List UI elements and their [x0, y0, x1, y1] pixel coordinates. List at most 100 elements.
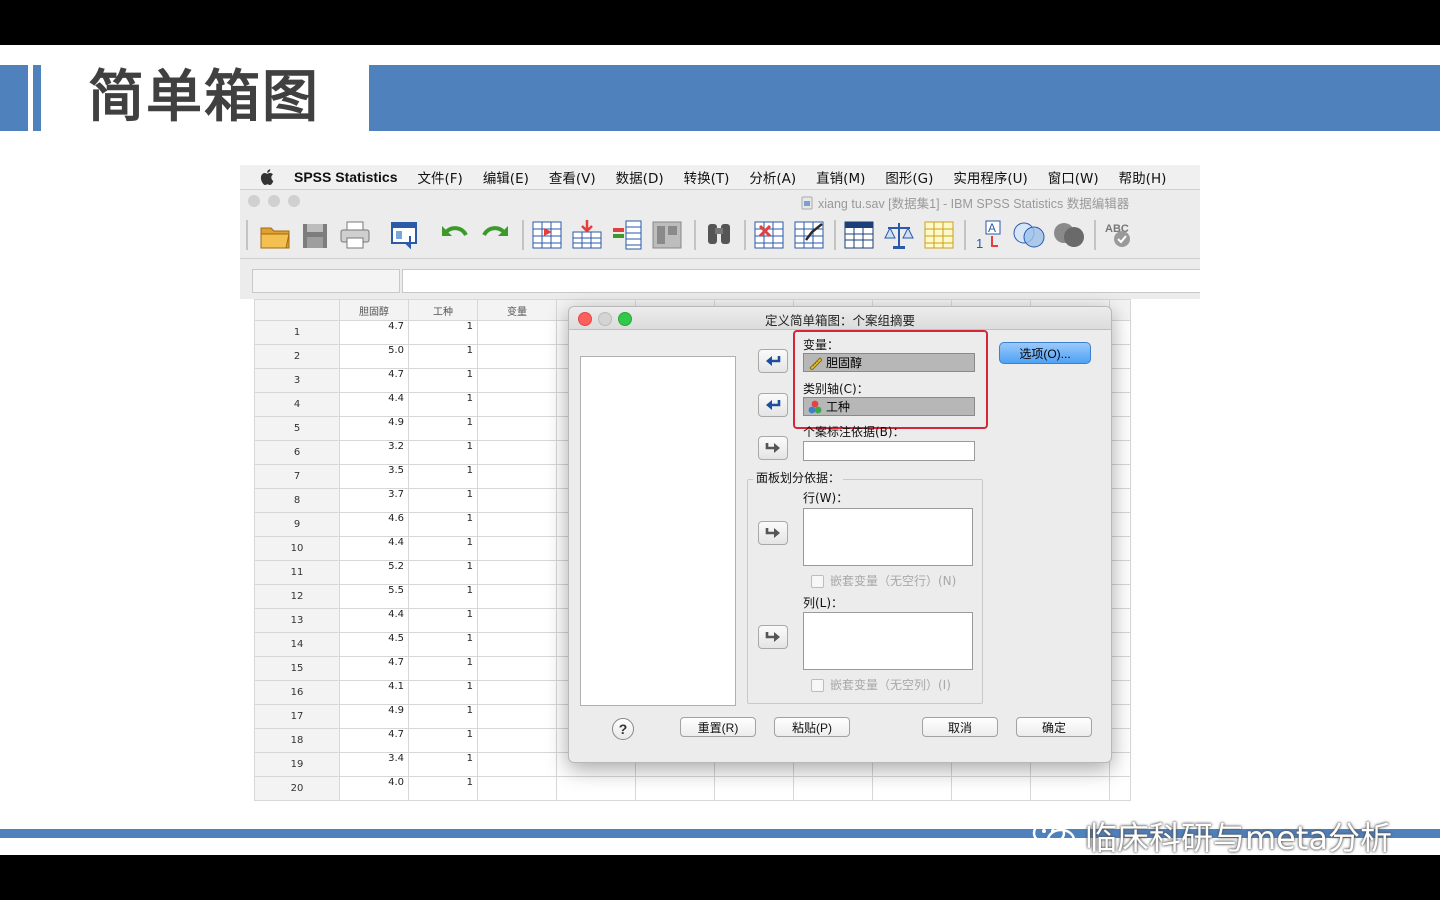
- spell-check-icon[interactable]: ABC: [1102, 218, 1136, 252]
- row-number[interactable]: 16: [254, 680, 340, 705]
- row-number[interactable]: 10: [254, 536, 340, 561]
- row-number[interactable]: 6: [254, 440, 340, 465]
- cell-empty[interactable]: [1109, 704, 1131, 729]
- cell-empty[interactable]: [477, 608, 557, 633]
- menu-utilities[interactable]: 实用程序(U): [953, 167, 1027, 187]
- cell-value-field[interactable]: [402, 269, 1200, 293]
- cell-job-type[interactable]: 1: [408, 560, 478, 585]
- print-icon[interactable]: [338, 218, 372, 252]
- cell-cholesterol[interactable]: 4.9: [339, 704, 409, 729]
- variables-icon[interactable]: [610, 218, 644, 252]
- case-label-field[interactable]: [803, 441, 975, 461]
- row-number[interactable]: 2: [254, 344, 340, 369]
- nest-rows-checkbox[interactable]: [811, 575, 824, 588]
- cell-cholesterol[interactable]: 3.5: [339, 464, 409, 489]
- cell-empty[interactable]: [477, 416, 557, 441]
- goto-variable-icon[interactable]: [570, 218, 604, 252]
- row-number[interactable]: 20: [254, 776, 340, 801]
- cancel-button[interactable]: 取消: [922, 717, 998, 737]
- cell-empty[interactable]: [477, 680, 557, 705]
- cell-empty[interactable]: [1030, 776, 1110, 801]
- cell-empty[interactable]: [1109, 392, 1131, 417]
- apple-icon[interactable]: [260, 169, 278, 185]
- cell-empty[interactable]: [1109, 752, 1131, 777]
- ok-button[interactable]: 确定: [1016, 717, 1092, 737]
- cell-job-type[interactable]: 1: [408, 680, 478, 705]
- insert-cases-icon[interactable]: [752, 218, 786, 252]
- row-number[interactable]: 1: [254, 320, 340, 345]
- menu-direct-marketing[interactable]: 直销(M): [816, 167, 865, 187]
- cell-cholesterol[interactable]: 5.0: [339, 344, 409, 369]
- cell-empty[interactable]: [1109, 632, 1131, 657]
- nest-columns-checkbox[interactable]: [811, 679, 824, 692]
- undo-icon[interactable]: [438, 218, 472, 252]
- cell-empty[interactable]: [1109, 464, 1131, 489]
- column-header-empty[interactable]: [1109, 299, 1131, 321]
- cell-job-type[interactable]: 1: [408, 368, 478, 393]
- cell-empty[interactable]: [477, 584, 557, 609]
- cell-empty[interactable]: [1109, 560, 1131, 585]
- dialog-recall-icon[interactable]: [388, 218, 422, 252]
- cell-empty[interactable]: [477, 632, 557, 657]
- cell-empty[interactable]: [1109, 416, 1131, 441]
- goto-case-icon[interactable]: [530, 218, 564, 252]
- row-number[interactable]: 5: [254, 416, 340, 441]
- cell-job-type[interactable]: 1: [408, 776, 478, 801]
- app-name-menu[interactable]: SPSS Statistics: [294, 169, 398, 185]
- insert-variable-icon[interactable]: [792, 218, 826, 252]
- menu-help[interactable]: 帮助(H): [1119, 167, 1167, 187]
- cell-empty[interactable]: [1109, 608, 1131, 633]
- row-number[interactable]: 19: [254, 752, 340, 777]
- cell-cholesterol[interactable]: 5.5: [339, 584, 409, 609]
- cell-empty[interactable]: [477, 728, 557, 753]
- column-header-job-type[interactable]: 工种: [408, 299, 478, 321]
- open-icon[interactable]: [258, 218, 292, 252]
- menu-window[interactable]: 窗口(W): [1048, 167, 1099, 187]
- row-number[interactable]: 8: [254, 488, 340, 513]
- row-number[interactable]: 17: [254, 704, 340, 729]
- menu-transform[interactable]: 转换(T): [684, 167, 730, 187]
- menu-analyze[interactable]: 分析(A): [749, 167, 796, 187]
- cell-empty[interactable]: [1109, 368, 1131, 393]
- cell-cholesterol[interactable]: 4.0: [339, 776, 409, 801]
- cell-job-type[interactable]: 1: [408, 488, 478, 513]
- cell-job-type[interactable]: 1: [408, 392, 478, 417]
- reset-button[interactable]: 重置(R): [680, 717, 756, 737]
- cell-empty[interactable]: [477, 488, 557, 513]
- row-number[interactable]: 9: [254, 512, 340, 537]
- cell-empty[interactable]: [635, 776, 715, 801]
- cell-empty[interactable]: [1109, 680, 1131, 705]
- cell-empty[interactable]: [477, 320, 557, 345]
- cell-cholesterol[interactable]: 4.4: [339, 608, 409, 633]
- cell-cholesterol[interactable]: 3.4: [339, 752, 409, 777]
- move-variable-button[interactable]: [758, 349, 788, 373]
- cell-empty[interactable]: [477, 752, 557, 777]
- column-header-var[interactable]: 变量: [477, 299, 557, 321]
- cell-empty[interactable]: [556, 776, 636, 801]
- row-number[interactable]: 11: [254, 560, 340, 585]
- split-file-icon[interactable]: [842, 218, 876, 252]
- cell-job-type[interactable]: 1: [408, 656, 478, 681]
- cell-empty[interactable]: [1109, 776, 1131, 801]
- cell-cholesterol[interactable]: 4.4: [339, 536, 409, 561]
- move-case-label-button[interactable]: [758, 436, 788, 460]
- cell-cholesterol[interactable]: 4.7: [339, 320, 409, 345]
- cell-empty[interactable]: [477, 512, 557, 537]
- cell-empty[interactable]: [1109, 344, 1131, 369]
- cell-cholesterol[interactable]: 4.6: [339, 512, 409, 537]
- cell-cholesterol[interactable]: 5.2: [339, 560, 409, 585]
- cell-cholesterol[interactable]: 3.7: [339, 488, 409, 513]
- cell-cholesterol[interactable]: 4.7: [339, 368, 409, 393]
- window-zoom-button[interactable]: [288, 195, 300, 207]
- cell-empty[interactable]: [477, 560, 557, 585]
- run-descriptives-icon[interactable]: [650, 218, 684, 252]
- cell-cholesterol[interactable]: 4.1: [339, 680, 409, 705]
- cell-cholesterol[interactable]: 4.7: [339, 656, 409, 681]
- find-icon[interactable]: [702, 218, 736, 252]
- cell-empty[interactable]: [477, 464, 557, 489]
- cell-cholesterol[interactable]: 4.4: [339, 392, 409, 417]
- row-number[interactable]: 3: [254, 368, 340, 393]
- cell-empty[interactable]: [477, 656, 557, 681]
- cell-job-type[interactable]: 1: [408, 440, 478, 465]
- column-header-cholesterol[interactable]: 胆固醇: [339, 299, 409, 321]
